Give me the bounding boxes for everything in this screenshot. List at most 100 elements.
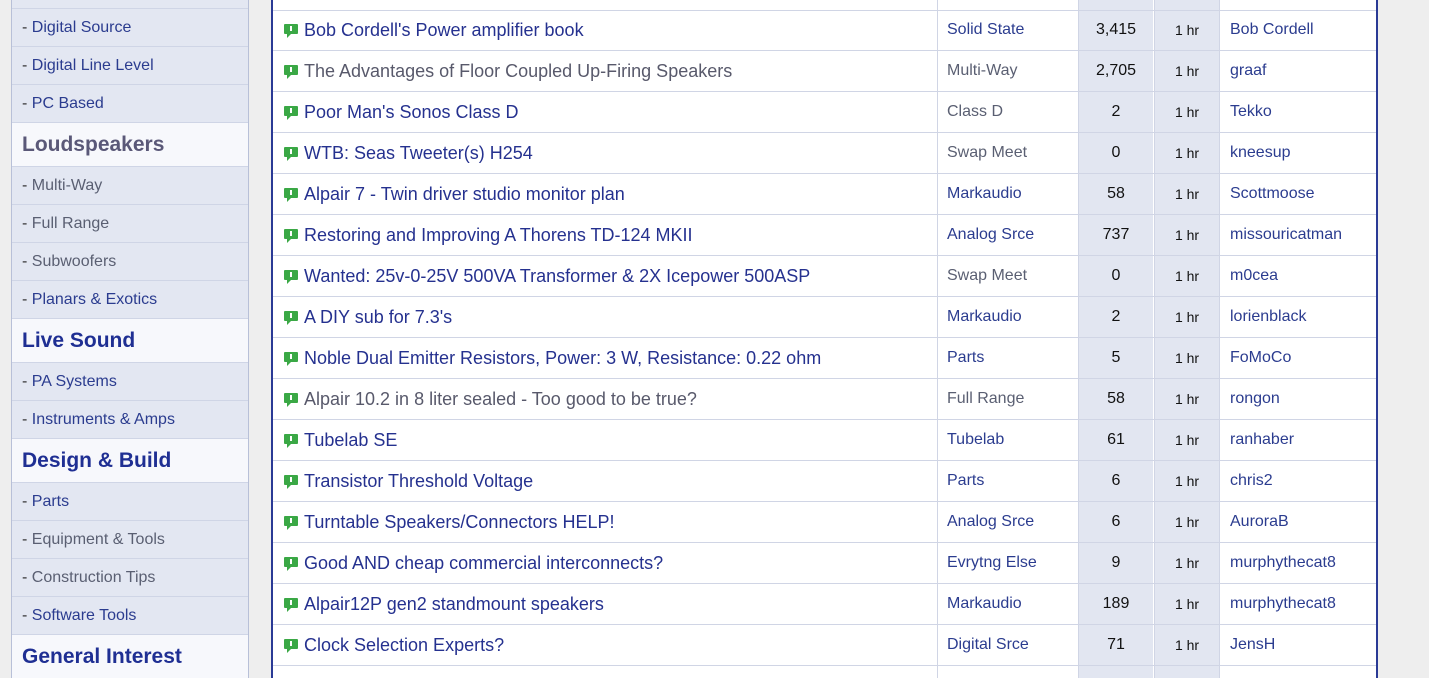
sidebar-item: - Multi-Way bbox=[12, 167, 248, 205]
sidebar-item-link[interactable]: PC Based bbox=[32, 95, 104, 112]
thread-title-link[interactable]: Restoring and Improving A Thorens TD-124… bbox=[304, 215, 693, 255]
sidebar-item: - Parts bbox=[12, 483, 248, 521]
thread-forum-link[interactable]: Solid State bbox=[947, 10, 1024, 50]
speech-bubble-icon bbox=[283, 297, 301, 337]
thread-forum-link[interactable]: Analog Srce bbox=[947, 215, 1034, 255]
thread-title-link[interactable]: Turntable Speakers/Connectors HELP! bbox=[304, 502, 615, 542]
thread-user-link[interactable]: Bob Cordell bbox=[1230, 10, 1314, 50]
speech-bubble-icon bbox=[283, 338, 301, 378]
thread-user-link[interactable]: Tekko bbox=[1230, 92, 1272, 132]
thread-title-link[interactable]: Alpair12P gen2 standmount speakers bbox=[304, 584, 604, 624]
thread-title-link[interactable]: The Advantages of Floor Coupled Up-Firin… bbox=[304, 51, 732, 91]
thread-forum-link[interactable]: Analog Srce bbox=[947, 502, 1034, 542]
thread-title-link[interactable]: Wanted: 25v-0-25V 500VA Transformer & 2X… bbox=[304, 256, 810, 296]
thread-reply-count: 6 bbox=[1111, 472, 1121, 489]
sidebar-item-link[interactable]: Digital Source bbox=[32, 19, 132, 36]
sidebar-item-link[interactable]: Parts bbox=[32, 493, 69, 510]
table-row: WTB: Seas Tweeter(s) H254 Swap Meet 0 1 hr k… bbox=[273, 133, 1376, 174]
sidebar-item-dash: - bbox=[22, 411, 32, 428]
speech-bubble-icon bbox=[283, 420, 301, 460]
thread-user-link[interactable]: ranhaber bbox=[1230, 420, 1294, 460]
speech-bubble-icon bbox=[283, 92, 301, 132]
thread-forum-link[interactable]: Multi-Way bbox=[947, 51, 1018, 91]
sidebar-section-header[interactable]: Live Sound bbox=[12, 319, 248, 363]
thread-last-post-time: 1 hr bbox=[1174, 227, 1200, 243]
sidebar-item-link[interactable]: Software Tools bbox=[32, 607, 137, 624]
speech-bubble-icon bbox=[283, 502, 301, 542]
thread-user-link[interactable]: m0cea bbox=[1230, 256, 1278, 296]
thread-title-link[interactable]: Alpair 7 - Twin driver studio monitor pl… bbox=[304, 174, 625, 214]
sidebar-item-link[interactable]: Multi-Way bbox=[32, 177, 103, 194]
thread-title-link[interactable]: Noble Dual Emitter Resistors, Power: 3 W… bbox=[304, 338, 821, 378]
thread-last-post-time: 1 hr bbox=[1174, 350, 1200, 366]
thread-reply-count: 0 bbox=[1111, 144, 1121, 161]
sidebar-item-link[interactable]: PA Systems bbox=[32, 373, 117, 390]
thread-last-post-time: 1 hr bbox=[1174, 63, 1200, 79]
thread-user-link[interactable]: rongon bbox=[1230, 379, 1280, 419]
thread-user-link[interactable]: lorienblack bbox=[1230, 297, 1306, 337]
sidebar-item-link[interactable]: Subwoofers bbox=[32, 253, 117, 270]
thread-user-link[interactable]: FoMoCo bbox=[1230, 338, 1291, 378]
sidebar-item-dash: - bbox=[22, 95, 32, 112]
thread-title-link[interactable]: Transistor Threshold Voltage bbox=[304, 461, 533, 501]
table-row: Tubelab SE Tubelab 61 1 hr ranhaber bbox=[273, 420, 1376, 461]
thread-rows: Bob Cordell's Power amplifier book Solid … bbox=[273, 10, 1376, 666]
thread-forum-link[interactable]: Swap Meet bbox=[947, 256, 1027, 296]
thread-title-link[interactable]: Good AND cheap commercial interconnects? bbox=[304, 543, 663, 583]
sidebar-item: - Equipment & Tools bbox=[12, 521, 248, 559]
thread-title-link[interactable]: A DIY sub for 7.3's bbox=[304, 297, 452, 337]
thread-forum-link[interactable]: Markaudio bbox=[947, 174, 1022, 214]
sidebar-section-header[interactable]: General Interest bbox=[12, 635, 248, 678]
sidebar-item-link[interactable]: Planars & Exotics bbox=[32, 291, 157, 308]
thread-forum-link[interactable]: Markaudio bbox=[947, 584, 1022, 624]
thread-last-post-time: 1 hr bbox=[1174, 309, 1200, 325]
sidebar-item-dash: - bbox=[22, 215, 32, 232]
sidebar-item-link[interactable]: Equipment & Tools bbox=[32, 531, 165, 548]
thread-title-link[interactable]: WTB: Seas Tweeter(s) H254 bbox=[304, 133, 533, 173]
thread-title-link[interactable]: Poor Man's Sonos Class D bbox=[304, 92, 519, 132]
thread-forum-link[interactable]: Parts bbox=[947, 338, 984, 378]
thread-reply-count: 58 bbox=[1107, 390, 1125, 407]
thread-forum-link[interactable]: Markaudio bbox=[947, 297, 1022, 337]
sidebar-item-link[interactable]: Full Range bbox=[32, 215, 109, 232]
sidebar-section-header[interactable]: Loudspeakers bbox=[12, 123, 248, 167]
thread-user-link[interactable]: graaf bbox=[1230, 51, 1266, 91]
speech-bubble-icon bbox=[283, 133, 301, 173]
thread-forum-link[interactable]: Evrytng Else bbox=[947, 543, 1037, 583]
thread-title-link[interactable]: Clock Selection Experts? bbox=[304, 625, 504, 665]
thread-user-link[interactable]: murphythecat8 bbox=[1230, 543, 1336, 583]
sidebar-item-dash: - bbox=[22, 569, 32, 586]
thread-user-link[interactable]: Scottmoose bbox=[1230, 174, 1314, 214]
sidebar-item-link[interactable]: Digital Line Level bbox=[32, 57, 154, 74]
sidebar-section-header[interactable]: Design & Build bbox=[12, 439, 248, 483]
thread-last-post-time: 1 hr bbox=[1174, 637, 1200, 653]
table-row: Restoring and Improving A Thorens TD-124… bbox=[273, 215, 1376, 256]
thread-user-link[interactable]: murphythecat8 bbox=[1230, 584, 1336, 624]
sidebar-item-link[interactable]: Instruments & Amps bbox=[32, 411, 175, 428]
thread-user-link[interactable]: kneesup bbox=[1230, 133, 1291, 173]
thread-title-link[interactable]: Bob Cordell's Power amplifier book bbox=[304, 10, 584, 50]
sidebar-item-link[interactable]: Construction Tips bbox=[32, 569, 156, 586]
thread-forum-link[interactable]: Parts bbox=[947, 461, 984, 501]
thread-forum-link[interactable]: Digital Srce bbox=[947, 625, 1029, 665]
thread-last-post-time: 1 hr bbox=[1174, 391, 1200, 407]
thread-title-link[interactable]: Tubelab SE bbox=[304, 420, 397, 460]
thread-reply-count: 2,705 bbox=[1095, 62, 1137, 79]
thread-user-link[interactable]: JensH bbox=[1230, 625, 1275, 665]
sidebar-item: - Digital Source bbox=[12, 9, 248, 47]
table-row: Bob Cordell's Power amplifier book Solid … bbox=[273, 10, 1376, 51]
thread-forum-link[interactable]: Swap Meet bbox=[947, 133, 1027, 173]
thread-title-link[interactable]: Alpair 10.2 in 8 liter sealed - Too good… bbox=[304, 379, 697, 419]
thread-last-post-time: 1 hr bbox=[1174, 514, 1200, 530]
thread-forum-link[interactable]: Class D bbox=[947, 92, 1003, 132]
sidebar-item: - Planars & Exotics bbox=[12, 281, 248, 319]
thread-user-link[interactable]: missouricatman bbox=[1230, 215, 1342, 255]
thread-user-link[interactable]: AuroraB bbox=[1230, 502, 1289, 542]
thread-user-link[interactable]: chris2 bbox=[1230, 461, 1273, 501]
thread-forum-link[interactable]: Full Range bbox=[947, 379, 1024, 419]
sidebar-item-dash: - bbox=[22, 19, 32, 36]
sidebar-top-spacer bbox=[12, 0, 248, 9]
sidebar-item-dash: - bbox=[22, 607, 32, 624]
thread-forum-link[interactable]: Tubelab bbox=[947, 420, 1004, 460]
sidebar-item-dash: - bbox=[22, 57, 32, 74]
